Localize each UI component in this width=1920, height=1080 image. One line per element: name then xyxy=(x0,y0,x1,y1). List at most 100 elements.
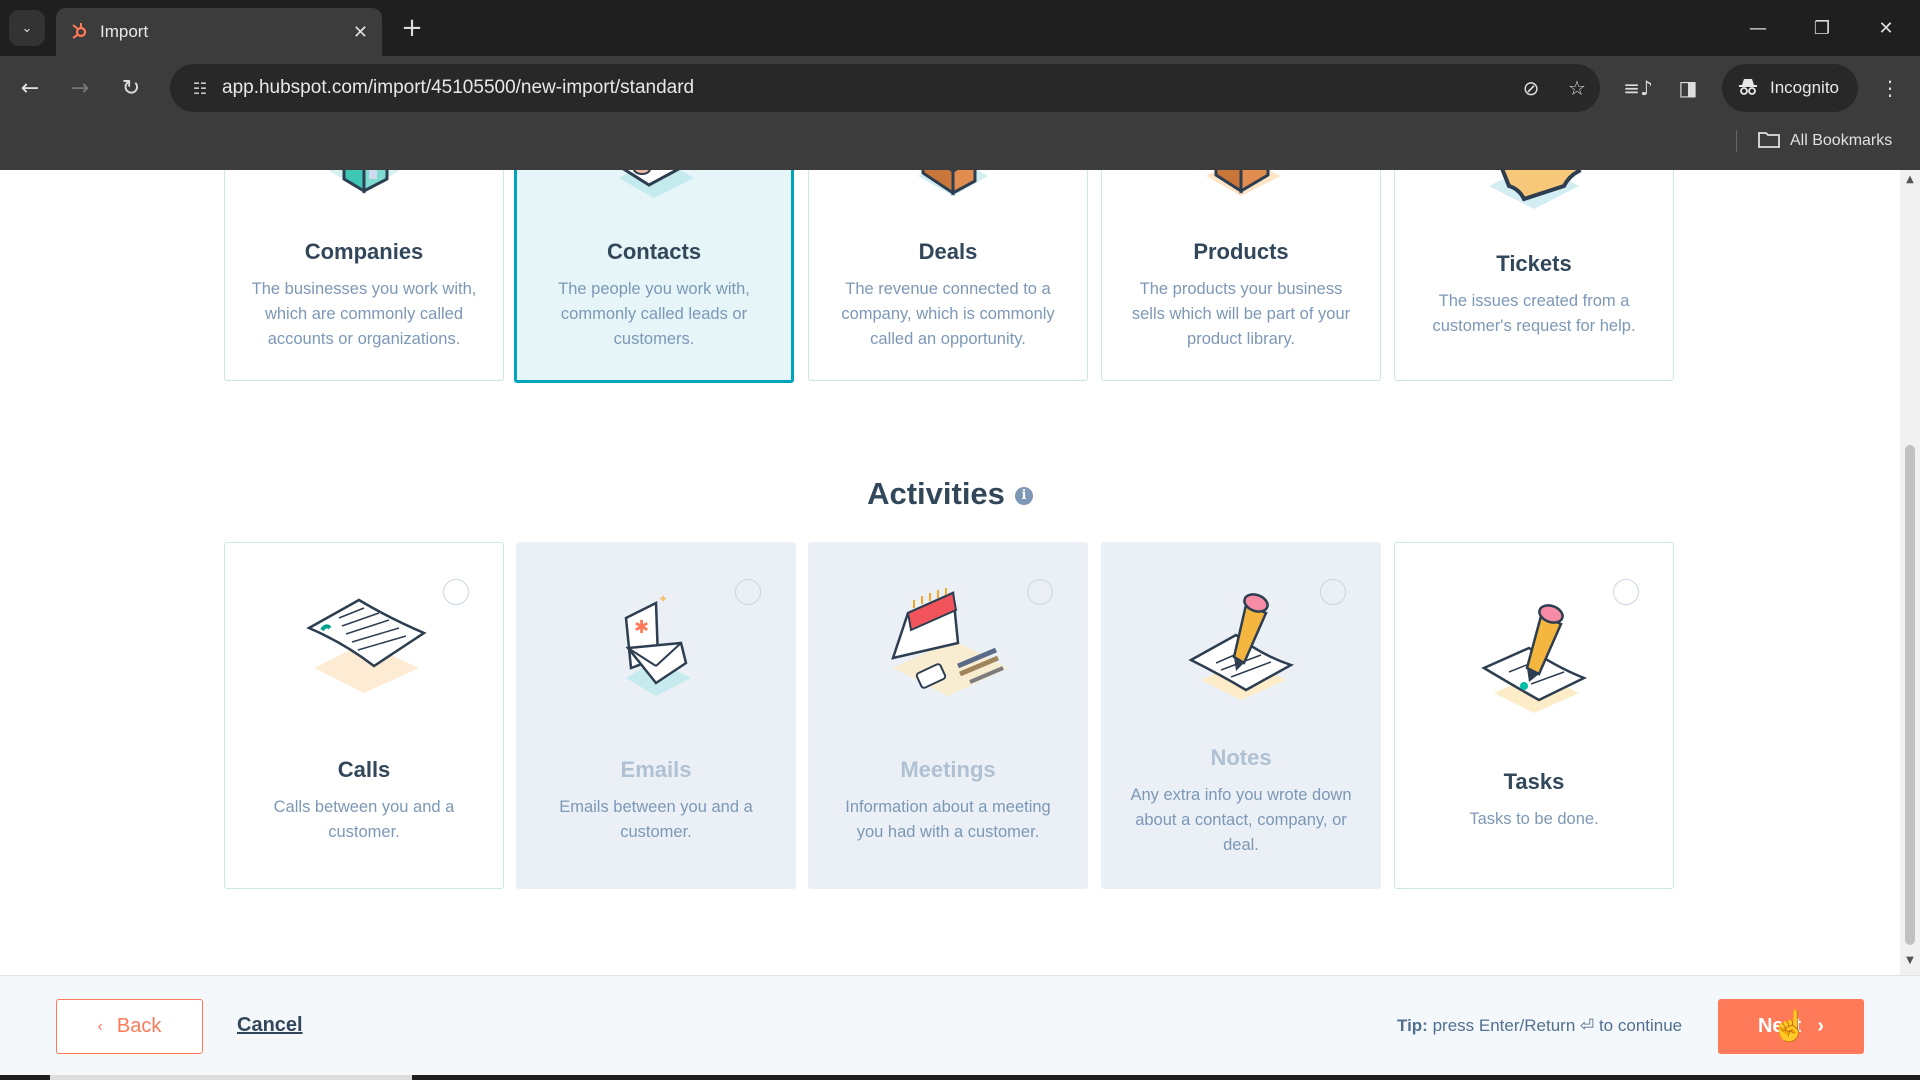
card-title: Deals xyxy=(918,239,978,264)
info-icon[interactable]: i xyxy=(1014,486,1033,505)
browser-chrome: ⌄ Import ✕ + — ❐ ✕ ← → ↻ ☷ app.hubspot.c… xyxy=(0,0,1920,170)
new-tab-button[interactable]: + xyxy=(396,12,428,44)
card-description: The products your business sells which w… xyxy=(1131,280,1351,348)
card-description: The businesses you work with, which are … xyxy=(251,280,477,348)
emails-radio xyxy=(735,579,761,605)
incognito-icon xyxy=(1738,77,1758,100)
hand-pointer-cursor-icon: ☝ xyxy=(1771,1010,1809,1043)
media-control-icon: ≡♪ xyxy=(1623,76,1653,100)
notes-radio xyxy=(1320,579,1346,605)
restore-icon: ❐ xyxy=(1813,17,1831,39)
activity-card-tasks[interactable]: Tasks Tasks to be done. xyxy=(1394,542,1674,889)
calls-radio[interactable] xyxy=(443,579,469,605)
card-title: Tasks xyxy=(1503,769,1565,794)
pencil-note-icon xyxy=(1176,585,1306,715)
side-panel-button[interactable]: ◨ xyxy=(1668,68,1708,108)
activity-card-calls[interactable]: Calls Calls between you and a customer. xyxy=(224,542,504,889)
card-description: The people you work with, commonly calle… xyxy=(558,280,750,348)
tab-strip: ⌄ Import ✕ + — ❐ ✕ xyxy=(0,0,1920,56)
browser-tab-import[interactable]: Import ✕ xyxy=(56,8,382,56)
tab-list-button[interactable]: ⌄ xyxy=(9,10,45,46)
address-bar[interactable]: ☷ app.hubspot.com/import/45105500/new-im… xyxy=(170,64,1600,112)
card-title: Notes xyxy=(1210,745,1272,770)
activities-heading: Activities i xyxy=(0,476,1900,512)
contact-card-icon xyxy=(594,170,714,218)
task-pencil-icon xyxy=(1469,598,1599,728)
product-box-icon xyxy=(1186,170,1296,216)
browser-menu-button[interactable]: ⋮ xyxy=(1870,68,1910,108)
tip-prefix: Tip: xyxy=(1397,1016,1428,1035)
page-scrollbar[interactable]: ▲ ▼ xyxy=(1900,170,1920,975)
incognito-label: Incognito xyxy=(1770,78,1839,97)
taskbar-strip xyxy=(0,1075,1920,1080)
incognito-indicator[interactable]: Incognito xyxy=(1722,64,1858,112)
object-card-products[interactable]: Products The products your business sell… xyxy=(1101,170,1381,381)
close-icon: ✕ xyxy=(1878,17,1894,39)
svg-text:✦: ✦ xyxy=(658,592,668,606)
card-title: Emails xyxy=(620,757,692,782)
object-card-deals[interactable]: Deals The revenue connected to a company… xyxy=(808,170,1088,381)
all-bookmarks-label: All Bookmarks xyxy=(1790,132,1893,149)
arrow-left-icon: ← xyxy=(20,75,40,101)
import-object-selection: Companies The businesses you work with, … xyxy=(0,170,1900,975)
activity-card-emails: ✱ ✦ Emails Emails between you and a custo… xyxy=(516,542,796,889)
card-description: Emails between you and a customer. xyxy=(559,798,753,841)
call-transcript-icon xyxy=(294,588,434,713)
activity-card-meetings: Meetings Information about a meeting you… xyxy=(808,542,1088,889)
taskbar-segment xyxy=(50,1075,412,1080)
card-description: Information about a meeting you had with… xyxy=(845,798,1051,841)
chevron-right-icon: › xyxy=(1817,1015,1825,1037)
card-title: Companies xyxy=(304,239,424,264)
keyboard-tip: Tip: press Enter/Return ⏎ to continue xyxy=(1397,1016,1682,1036)
card-title: Products xyxy=(1193,239,1289,264)
tip-text: press Enter/Return ⏎ to continue xyxy=(1432,1016,1683,1035)
back-button[interactable]: ‹ Back xyxy=(56,999,203,1054)
folder-icon xyxy=(1758,130,1780,153)
reload-button[interactable]: ↻ xyxy=(111,68,151,108)
close-icon[interactable]: ✕ xyxy=(353,22,368,43)
tasks-radio[interactable] xyxy=(1613,579,1639,605)
minimize-icon: — xyxy=(1749,17,1767,39)
hubspot-icon xyxy=(70,21,88,44)
wizard-footer: ‹ Back Cancel Tip: press Enter/Return ⏎ … xyxy=(0,975,1920,1075)
all-bookmarks-button[interactable]: All Bookmarks xyxy=(1758,126,1892,156)
object-card-tickets[interactable]: Tickets The issues created from a custom… xyxy=(1394,170,1674,381)
arrow-right-icon: → xyxy=(70,75,90,101)
scroll-up-arrow-icon[interactable]: ▲ xyxy=(1900,174,1920,190)
restore-button[interactable]: ❐ xyxy=(1802,8,1842,48)
media-control-button[interactable]: ≡♪ xyxy=(1618,68,1658,108)
scrollbar-thumb[interactable] xyxy=(1905,445,1915,945)
svg-text:✱: ✱ xyxy=(634,617,649,638)
forward-nav-button[interactable]: → xyxy=(60,68,100,108)
browser-toolbar: ← → ↻ ☷ app.hubspot.com/import/45105500/… xyxy=(0,56,1920,120)
back-label: Back xyxy=(116,1015,162,1037)
star-icon[interactable]: ☆ xyxy=(1554,76,1600,100)
calendar-meeting-icon xyxy=(878,588,1018,713)
kebab-menu-icon: ⋮ xyxy=(1880,76,1900,100)
card-description: Calls between you and a customer. xyxy=(273,798,455,841)
eye-off-icon[interactable]: ⊘ xyxy=(1508,76,1554,100)
tab-title: Import xyxy=(100,22,149,41)
handshake-deal-icon xyxy=(893,170,1003,216)
close-window-button[interactable]: ✕ xyxy=(1866,8,1906,48)
minimize-button[interactable]: — xyxy=(1738,8,1778,48)
card-description: Tasks to be done. xyxy=(1469,810,1599,828)
activity-card-notes: Notes Any extra info you wrote down abou… xyxy=(1101,542,1381,889)
bookmarks-bar: All Bookmarks xyxy=(0,120,1920,170)
object-card-contacts[interactable]: Contacts The people you work with, commo… xyxy=(514,170,794,383)
email-envelope-icon: ✱ ✦ xyxy=(596,588,716,713)
plus-icon: + xyxy=(401,13,423,43)
tune-icon[interactable]: ☷ xyxy=(178,79,222,98)
back-nav-button[interactable]: ← xyxy=(10,68,50,108)
reload-icon: ↻ xyxy=(121,75,141,101)
object-card-companies[interactable]: Companies The businesses you work with, … xyxy=(224,170,504,381)
meetings-radio xyxy=(1027,579,1053,605)
cancel-link[interactable]: Cancel xyxy=(237,1014,303,1037)
ticket-icon xyxy=(1469,170,1599,226)
scroll-down-arrow-icon[interactable]: ▼ xyxy=(1900,955,1920,971)
card-title: Tickets xyxy=(1496,251,1572,276)
url-text[interactable]: app.hubspot.com/import/45105500/new-impo… xyxy=(222,77,1508,99)
card-description: Any extra info you wrote down about a co… xyxy=(1130,786,1352,854)
card-description: The revenue connected to a company, whic… xyxy=(841,280,1055,348)
card-title: Contacts xyxy=(606,239,702,264)
